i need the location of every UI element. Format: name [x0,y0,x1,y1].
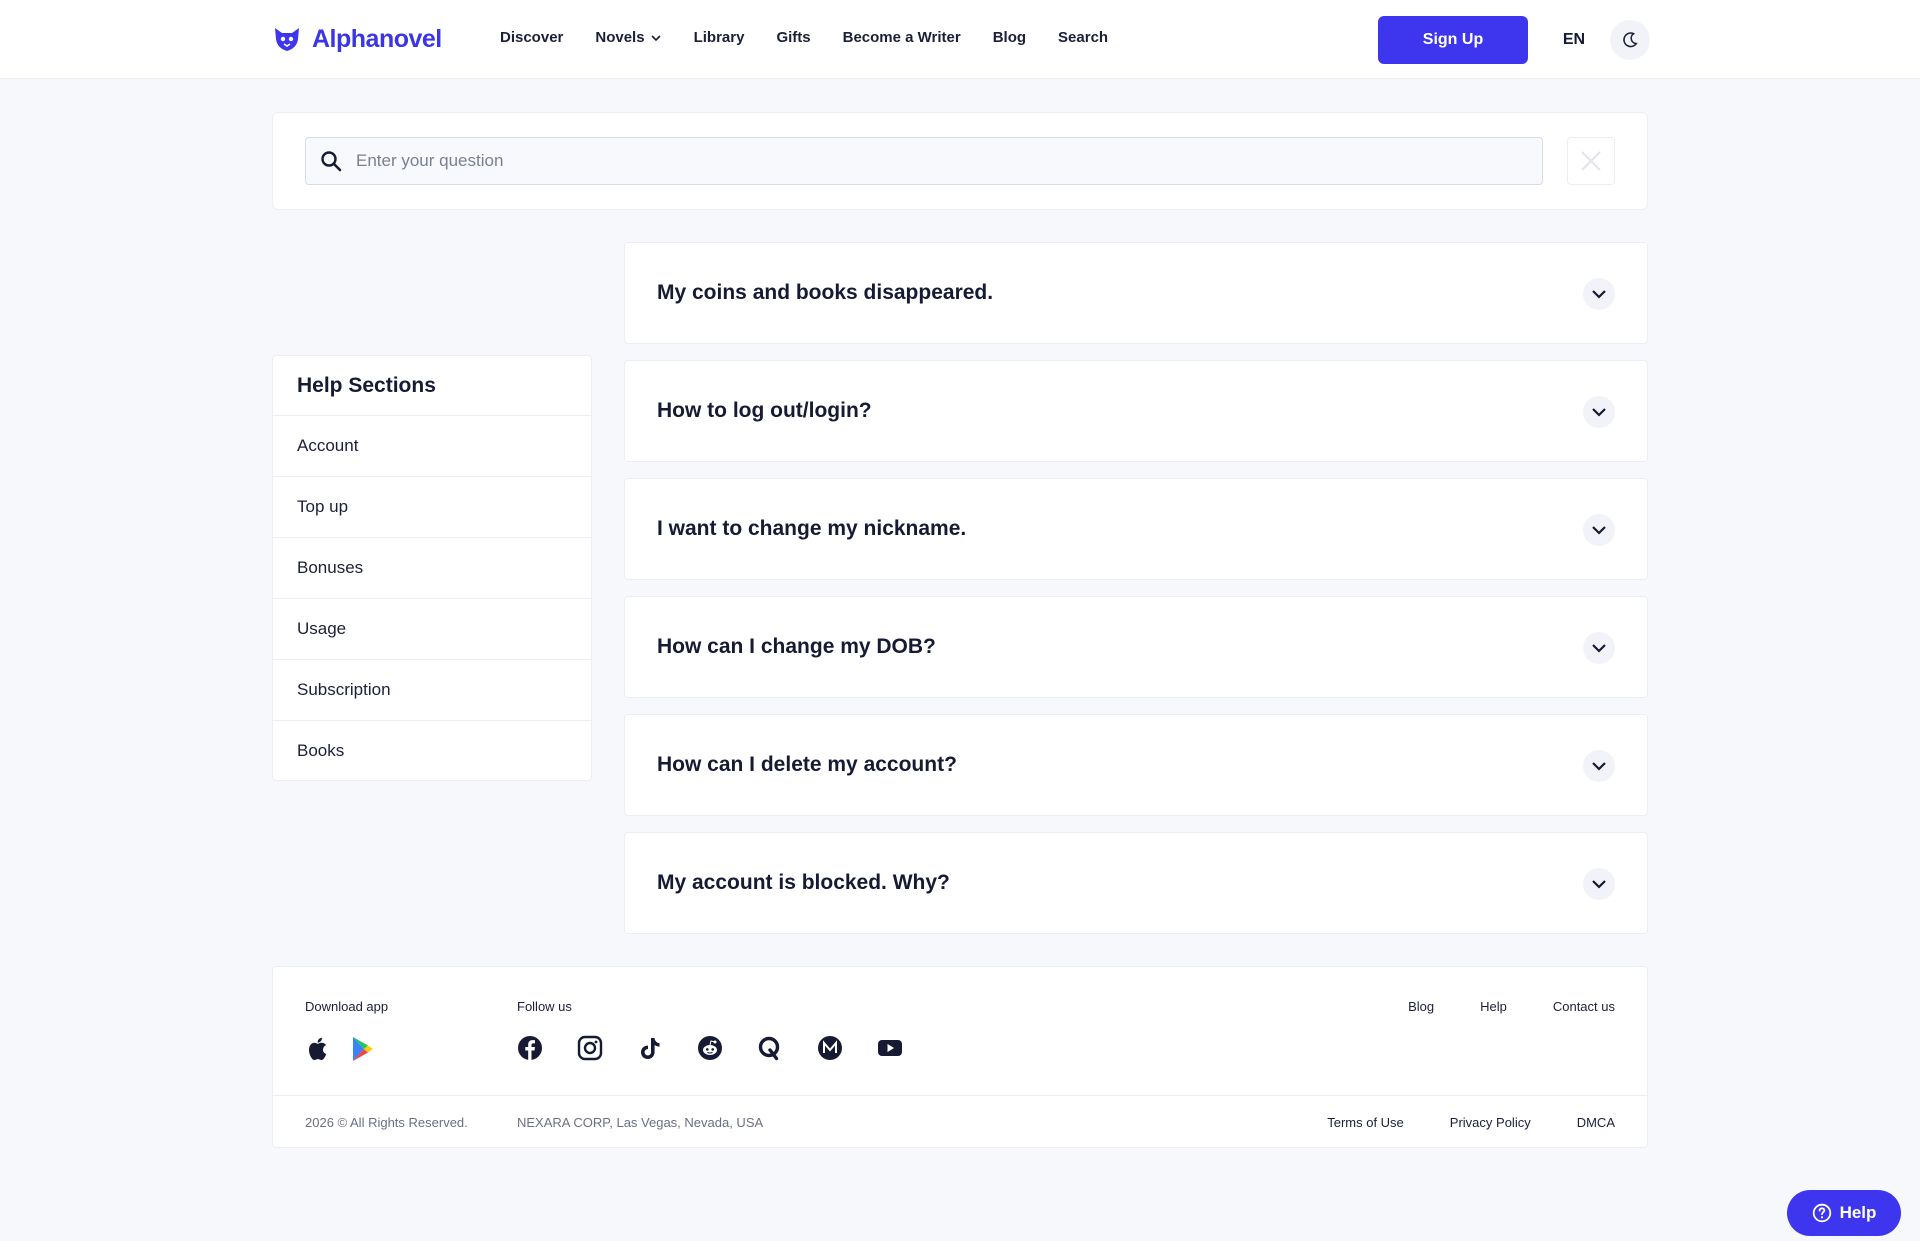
faq-question: I want to change my nickname. [657,517,967,540]
download-app-label: Download app [305,999,389,1014]
footer-link-terms[interactable]: Terms of Use [1327,1115,1404,1130]
chevron-down-icon [1592,526,1606,535]
faq-question: How can I change my DOB? [657,635,936,658]
footer-divider [273,1095,1647,1096]
faq-item[interactable]: I want to change my nickname. [624,478,1648,580]
close-icon [1581,151,1601,171]
footer: Download app Follow us Blog Help Contact… [272,966,1648,1148]
question-circle-icon [1812,1203,1831,1223]
search-icon [321,151,342,172]
social-links [517,1035,903,1061]
youtube-icon[interactable] [877,1035,903,1061]
help-sections-panel: Help Sections Account Top up Bonuses Usa… [272,355,592,781]
chevron-down-icon [1592,290,1606,299]
faq-item[interactable]: My coins and books disappeared. [624,242,1648,344]
nav-search[interactable]: Search [1058,29,1108,46]
faq-question: My account is blocked. Why? [657,871,950,894]
logo-text: Alphanovel [312,24,442,53]
expand-button[interactable] [1583,868,1615,900]
section-item-subscription[interactable]: Subscription [273,660,591,721]
chevron-down-icon [1592,408,1606,417]
company-address: NEXARA CORP, Las Vegas, Nevada, USA [517,1115,764,1130]
nav-gifts[interactable]: Gifts [776,29,810,46]
chevron-down-icon [651,34,661,41]
expand-button[interactable] [1583,750,1615,782]
faq-question: My coins and books disappeared. [657,281,994,304]
faq-question: How to log out/login? [657,399,872,422]
faq-question: How can I delete my account? [657,753,957,776]
fox-logo-icon [275,28,299,51]
main-nav: Discover Novels Library Gifts Become a W… [500,29,1140,46]
footer-link-blog[interactable]: Blog [1408,999,1434,1014]
faq-list: My coins and books disappeared. How to l… [624,242,1648,950]
app-store-links [305,1035,375,1063]
logo[interactable]: Alphanovel [272,24,442,54]
apple-icon[interactable] [305,1035,331,1063]
section-item-account[interactable]: Account [273,416,591,477]
expand-button[interactable] [1583,632,1615,664]
footer-link-contact[interactable]: Contact us [1553,999,1615,1014]
question-search-input[interactable] [356,151,1506,171]
section-item-usage[interactable]: Usage [273,599,591,660]
footer-link-help[interactable]: Help [1480,999,1507,1014]
copyright-text: 2026 © All Rights Reserved. [305,1115,468,1130]
search-panel [272,112,1648,210]
google-play-icon[interactable] [349,1035,375,1063]
top-header: Alphanovel Discover Novels Library Gifts… [0,0,1920,79]
clear-search-button[interactable] [1567,137,1615,185]
help-button-label: Help [1839,1203,1877,1222]
moon-icon [1623,32,1638,48]
nav-blog[interactable]: Blog [993,29,1026,46]
section-item-books[interactable]: Books [273,721,591,782]
reddit-icon[interactable] [697,1035,723,1061]
footer-link-privacy[interactable]: Privacy Policy [1450,1115,1531,1130]
legal-links: Terms of Use Privacy Policy DMCA [1327,1115,1615,1130]
expand-button[interactable] [1583,396,1615,428]
theme-toggle-button[interactable] [1610,20,1650,60]
follow-us-label: Follow us [517,999,572,1014]
quora-icon[interactable] [757,1035,783,1061]
section-item-bonuses[interactable]: Bonuses [273,538,591,599]
faq-item[interactable]: How to log out/login? [624,360,1648,462]
sign-up-button[interactable]: Sign Up [1378,16,1528,64]
nav-discover[interactable]: Discover [500,29,563,46]
nav-novels[interactable]: Novels [595,29,661,46]
section-item-top-up[interactable]: Top up [273,477,591,538]
faq-item[interactable]: How can I delete my account? [624,714,1648,816]
language-switcher[interactable]: EN [1554,20,1594,60]
chevron-down-icon [1592,644,1606,653]
nav-novels-label: Novels [595,29,645,46]
expand-button[interactable] [1583,278,1615,310]
facebook-icon[interactable] [517,1035,543,1061]
faq-item[interactable]: My account is blocked. Why? [624,832,1648,934]
tiktok-icon[interactable] [637,1035,663,1061]
footer-link-dmca[interactable]: DMCA [1577,1115,1615,1130]
chevron-down-icon [1592,880,1606,889]
nav-become-writer[interactable]: Become a Writer [843,29,961,46]
footer-links: Blog Help Contact us [1408,999,1615,1014]
nav-library[interactable]: Library [694,29,745,46]
expand-button[interactable] [1583,514,1615,546]
faq-item[interactable]: How can I change my DOB? [624,596,1648,698]
instagram-icon[interactable] [577,1035,603,1061]
help-button[interactable]: Help [1787,1190,1901,1236]
search-box [305,137,1543,185]
help-sections-title: Help Sections [273,356,591,416]
chevron-down-icon [1592,762,1606,771]
medium-icon[interactable] [817,1035,843,1061]
